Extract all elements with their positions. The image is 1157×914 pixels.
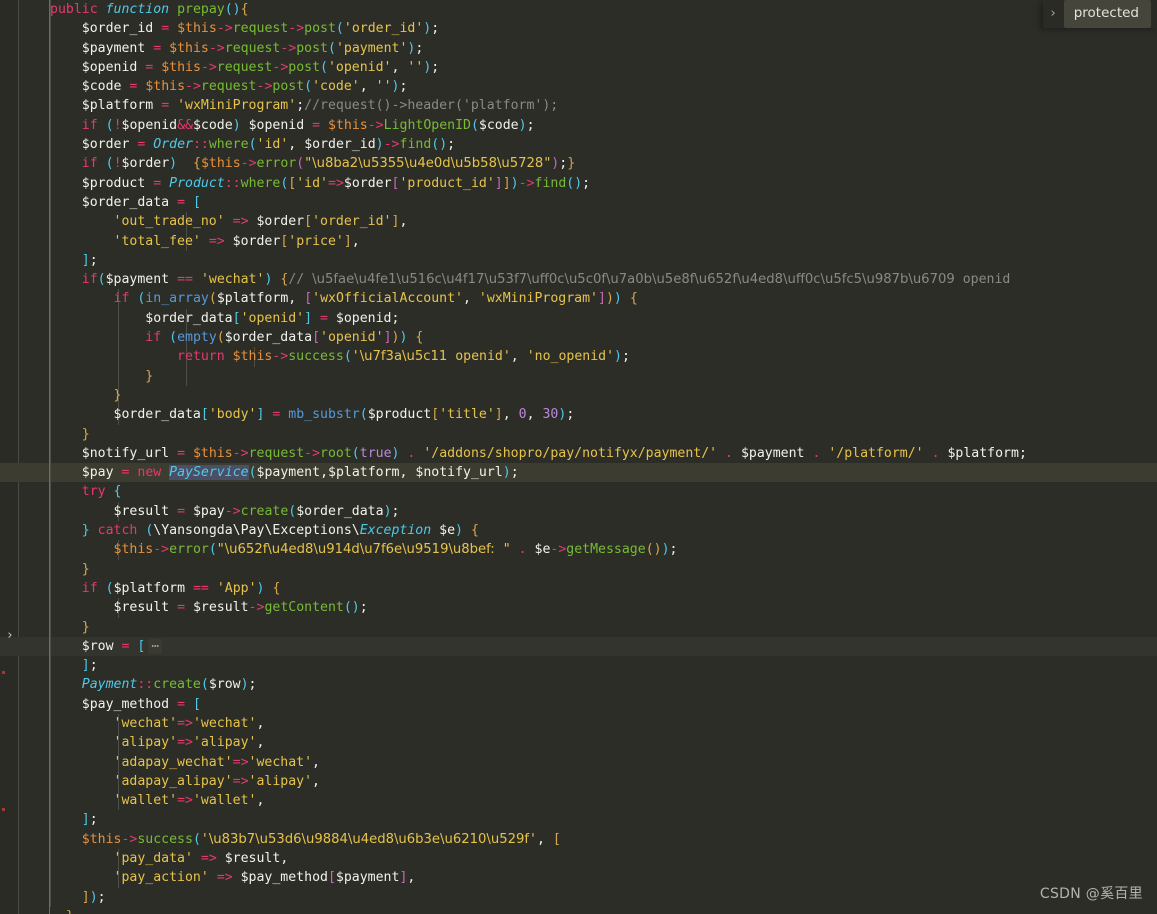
code-line[interactable]: 'adapay_alipay'=>'alipay', <box>0 771 1157 792</box>
code-line[interactable]: } <box>0 424 1157 444</box>
code-editor[interactable]: › public function prepay(){ $order_id = … <box>0 0 1157 914</box>
code-line[interactable]: if (!$openid&&$code) $openid = $this->Li… <box>0 115 1157 136</box>
code-line[interactable]: $this->success('\u83b7\u53d6\u9884\u4ed8… <box>0 829 1157 850</box>
code-content[interactable]: public function prepay(){ $order_id = $t… <box>0 0 1157 914</box>
code-line[interactable]: Payment::create($row); <box>0 675 1157 695</box>
code-line[interactable]: if (!$order) {$this->error("\u8ba2\u5355… <box>0 154 1157 174</box>
fold-placeholder[interactable]: ⋯ <box>148 638 163 654</box>
code-line[interactable]: if (in_array($platform, ['wxOfficialAcco… <box>0 289 1157 309</box>
code-line[interactable]: $order_data['body'] = mb_substr($product… <box>0 405 1157 425</box>
code-line[interactable]: 'alipay'=>'alipay', <box>0 733 1157 753</box>
code-line[interactable]: } <box>0 385 1157 406</box>
fold-expand-icon[interactable]: › <box>2 626 18 645</box>
code-line[interactable]: $order_data['openid'] = $openid; <box>0 308 1157 329</box>
code-line[interactable]: $order_id = $this->request->post('order_… <box>0 19 1157 39</box>
code-line[interactable]: ]; <box>0 810 1157 830</box>
code-line[interactable]: $platform = 'wxMiniProgram';//request()-… <box>0 96 1157 116</box>
code-line[interactable]: $notify_url = $this->request->root(true)… <box>0 443 1157 464</box>
scope-visibility-chip[interactable]: protected <box>1063 0 1151 29</box>
gutter-edge-divider <box>49 0 50 914</box>
code-line[interactable]: 'pay_action' => $pay_method[$payment], <box>0 868 1157 888</box>
code-line[interactable]: 'adapay_wechat'=>'wechat', <box>0 752 1157 772</box>
code-line[interactable]: ]; <box>0 656 1157 676</box>
code-line[interactable]: $order = Order::where('id', $order_id)->… <box>0 135 1157 155</box>
code-line[interactable]: if($payment == 'wechat') {// \u5fae\u4fe… <box>0 270 1157 290</box>
code-line[interactable]: public function prepay(){ <box>0 0 1157 20</box>
code-line[interactable]: } catch (\Yansongda\Pay\Exceptions\Excep… <box>0 521 1157 541</box>
code-line[interactable]: if ($platform == 'App') { <box>0 578 1157 599</box>
code-line[interactable]: $code = $this->request->post('code', '')… <box>0 77 1157 97</box>
code-line-current[interactable]: $pay = new PayService($payment,$platform… <box>0 463 1157 483</box>
code-line[interactable]: 'out_trade_no' => $order['order_id'], <box>0 212 1157 232</box>
code-line[interactable]: 'total_fee' => $order['price'], <box>0 231 1157 251</box>
scope-breadcrumb[interactable]: › protected <box>1042 0 1157 29</box>
watermark-text: CSDN @奚百里 <box>1039 885 1143 902</box>
code-line[interactable]: ]); <box>0 887 1157 907</box>
code-line[interactable]: if (empty($order_data['openid'])) { <box>0 328 1157 348</box>
code-line[interactable]: $this->error("\u652f\u4ed8\u914d\u7f6e\u… <box>0 540 1157 560</box>
code-line[interactable]: $product = Product::where(['id'=>$order[… <box>0 173 1157 193</box>
code-line[interactable]: } <box>0 617 1157 637</box>
code-line[interactable]: } <box>0 907 1157 914</box>
code-line[interactable]: $result = $pay->create($order_data); <box>0 501 1157 522</box>
code-line[interactable]: 'pay_data' => $result, <box>0 849 1157 869</box>
code-line[interactable]: } <box>0 366 1157 386</box>
code-line[interactable]: 'wallet'=>'wallet', <box>0 791 1157 811</box>
code-line[interactable]: return $this->success('\u7f3a\u5c11 open… <box>0 347 1157 367</box>
code-line[interactable]: } <box>0 559 1157 579</box>
code-line[interactable]: $order_data = [ <box>0 192 1157 213</box>
chevron-right-icon[interactable]: › <box>1047 4 1064 23</box>
code-line[interactable]: 'wechat'=>'wechat', <box>0 713 1157 734</box>
code-line[interactable]: $payment = $this->request->post('payment… <box>0 38 1157 58</box>
code-line[interactable]: try { <box>0 482 1157 502</box>
code-line-folded[interactable]: $row = [⋯ <box>0 636 1157 657</box>
code-line[interactable]: $result = $result->getContent(); <box>0 598 1157 618</box>
code-line[interactable]: ]; <box>0 250 1157 271</box>
code-line[interactable]: $pay_method = [ <box>0 694 1157 714</box>
code-line[interactable]: $openid = $this->request->post('openid',… <box>0 57 1157 78</box>
